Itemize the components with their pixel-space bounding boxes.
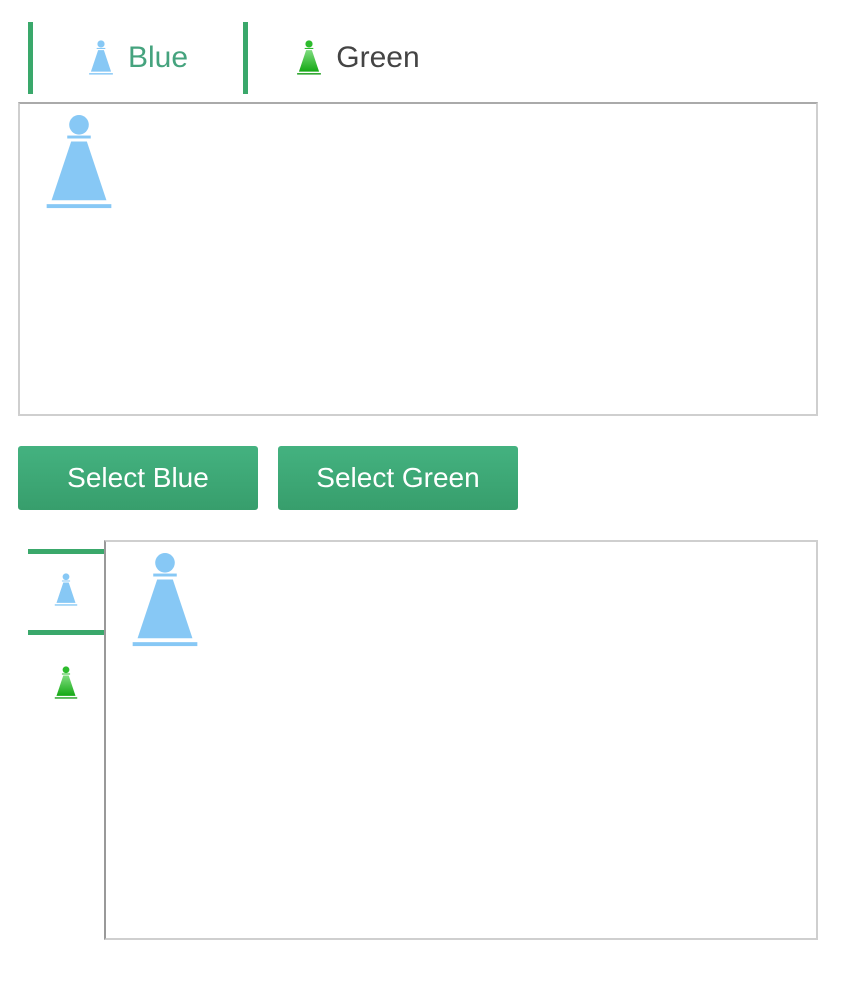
blue-pawn-icon (130, 552, 200, 655)
tab-green-label: Green (336, 41, 420, 74)
green-pawn-icon (296, 40, 322, 76)
select-blue-button[interactable]: Select Blue (18, 446, 258, 510)
tab-green[interactable]: Green (248, 22, 468, 94)
tab-blue-label: Blue (127, 41, 189, 74)
blue-pawn-icon (54, 572, 78, 612)
horizontal-tab-strip: Blue Green (28, 22, 468, 94)
tab-blue[interactable]: Blue (28, 22, 248, 94)
select-green-button[interactable]: Select Green (278, 446, 518, 510)
blue-pawn-icon (44, 114, 114, 217)
tab-content-panel-top (18, 102, 818, 416)
tab-content-panel-bottom (104, 540, 818, 940)
vertical-tab-strip (28, 549, 104, 735)
green-pawn-icon (54, 665, 78, 705)
vertical-tab-blue[interactable] (28, 549, 104, 635)
blue-pawn-icon (88, 40, 114, 76)
vertical-tab-green[interactable] (28, 635, 104, 735)
